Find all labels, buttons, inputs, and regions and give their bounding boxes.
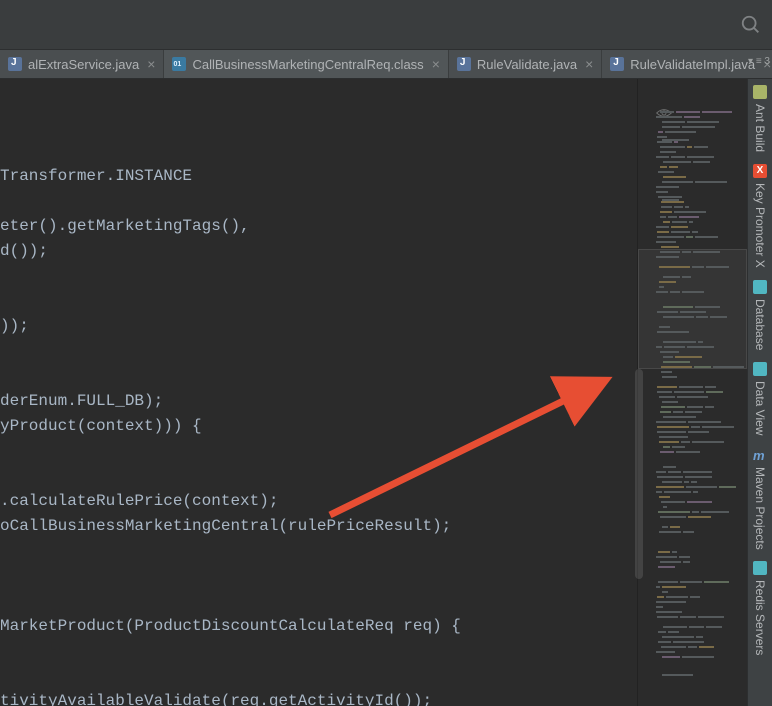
java-file-icon xyxy=(8,57,22,71)
keypx-icon: X xyxy=(753,164,767,178)
editor-tab[interactable]: RuleValidateImpl.java× xyxy=(602,50,772,78)
tool-window-label: Ant Build xyxy=(753,104,767,152)
mvn-icon: m xyxy=(753,448,767,462)
close-icon[interactable]: × xyxy=(585,56,593,72)
tool-window-label: Key Promoter X xyxy=(753,183,767,268)
java-file-icon xyxy=(457,57,471,71)
search-icon[interactable] xyxy=(740,14,762,36)
tab-label: RuleValidateImpl.java xyxy=(630,57,755,72)
tool-window-label: Maven Projects xyxy=(753,467,767,550)
title-bar xyxy=(0,0,772,50)
tool-window-button[interactable]: Data View xyxy=(753,362,767,435)
editor-tab[interactable]: CallBusinessMarketingCentralReq.class × xyxy=(164,50,448,78)
tool-window-bar: Ant Build X Key Promoter X Database Data Vie… xyxy=(747,79,772,706)
editor-tab[interactable]: RuleValidate.java × xyxy=(449,50,602,78)
tool-window-label: Data View xyxy=(753,381,767,435)
code-minimap[interactable] xyxy=(637,79,747,706)
tab-label: RuleValidate.java xyxy=(477,57,577,72)
tab-view-options[interactable]: ▾ ≡ 3 xyxy=(748,56,770,67)
editor-scrollbar[interactable] xyxy=(635,369,643,579)
ant-icon xyxy=(753,85,767,99)
tool-window-button[interactable]: m Maven Projects xyxy=(753,448,767,550)
tab-label: CallBusinessMarketingCentralReq.class xyxy=(192,57,423,72)
tool-window-label: Database xyxy=(753,299,767,350)
java-file-icon xyxy=(610,57,624,71)
db-icon xyxy=(753,280,767,294)
tool-window-button[interactable]: X Key Promoter X xyxy=(753,164,767,268)
redis-icon xyxy=(753,561,767,575)
dv-icon xyxy=(753,362,767,376)
close-icon[interactable]: × xyxy=(147,56,155,72)
class-file-icon xyxy=(172,57,186,71)
tool-window-button[interactable]: Redis Servers xyxy=(753,561,767,655)
eye-icon xyxy=(656,105,672,115)
close-icon[interactable]: × xyxy=(432,56,440,72)
tab-label: alExtraService.java xyxy=(28,57,139,72)
editor-tab-bar: alExtraService.java×CallBusinessMarketin… xyxy=(0,50,772,79)
tool-window-button[interactable]: Ant Build xyxy=(753,85,767,152)
tool-window-button[interactable]: Database xyxy=(753,280,767,350)
editor-tab[interactable]: alExtraService.java × xyxy=(0,50,164,78)
tool-window-label: Redis Servers xyxy=(753,580,767,655)
